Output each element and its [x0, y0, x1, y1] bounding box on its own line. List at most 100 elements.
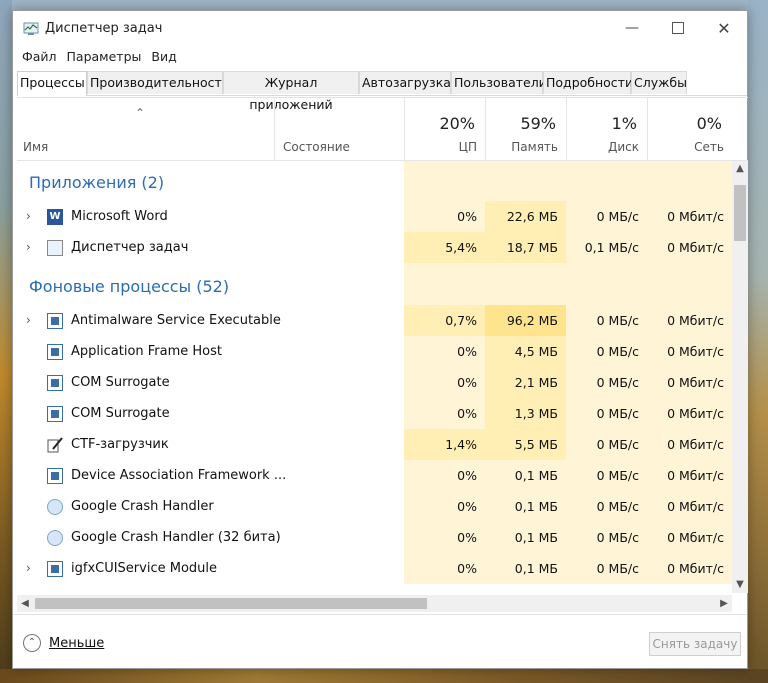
- cpu-cell: 0%: [404, 201, 485, 232]
- scroll-left-icon[interactable]: ◀: [17, 595, 33, 612]
- maximize-button[interactable]: [655, 11, 701, 45]
- tab-services[interactable]: Службы: [631, 71, 687, 94]
- fewer-details-label: Меньше: [49, 635, 105, 651]
- column-status[interactable]: Состояние: [274, 98, 404, 160]
- menu-file[interactable]: Файл: [19, 49, 60, 64]
- table-row[interactable]: › Диспетчер задач 5,4% 18,7 МБ 0,1 МБ/с …: [17, 232, 732, 263]
- horizontal-scrollbar[interactable]: ◀ ▶: [17, 595, 732, 612]
- ctf-loader-icon: [47, 437, 63, 453]
- network-cell: 0 Мбит/с: [647, 460, 732, 491]
- task-manager-window: Диспетчер задач — ✕ Файл Параметры Вид П…: [12, 10, 748, 669]
- disk-cell: 0 МБ/с: [566, 553, 647, 584]
- network-cell: 0 Мбит/с: [647, 522, 732, 553]
- expand-chevron-icon[interactable]: ›: [26, 553, 31, 584]
- table-row[interactable]: COM Surrogate 0% 2,1 МБ 0 МБ/с 0 Мбит/с: [17, 367, 732, 398]
- column-disk[interactable]: 1% Диск: [566, 98, 647, 160]
- service-icon: [47, 313, 63, 329]
- collapse-chevron-icon: ⌃: [23, 634, 41, 652]
- process-name: COM Surrogate: [71, 375, 170, 390]
- cpu-cell: 0,7%: [404, 305, 485, 336]
- disk-cell: 0 МБ/с: [566, 201, 647, 232]
- desktop-background-right: [748, 0, 768, 683]
- fewer-details-button[interactable]: ⌃ Меньше: [23, 632, 104, 654]
- memory-cell: 2,1 МБ: [485, 367, 566, 398]
- cpu-cell: 5,4%: [404, 232, 485, 263]
- disk-cell: 0 МБ/с: [566, 522, 647, 553]
- heat-cell: [485, 161, 566, 201]
- column-disk-label: Диск: [607, 140, 639, 154]
- name-cell: COM Surrogate: [17, 367, 404, 398]
- name-cell: Google Crash Handler (32 бита): [17, 522, 404, 553]
- process-name: igfxCUIService Module: [71, 561, 218, 576]
- process-name: Antimalware Service Executable: [71, 313, 281, 328]
- name-cell: COM Surrogate: [17, 398, 404, 429]
- disk-cell: 0 МБ/с: [566, 305, 647, 336]
- tab-performance[interactable]: Производительность: [87, 71, 229, 94]
- memory-cell: 96,2 МБ: [485, 305, 566, 336]
- title-bar[interactable]: Диспетчер задач — ✕: [13, 11, 747, 47]
- app-window-icon: [47, 406, 63, 422]
- desktop-background-bottom: [0, 669, 768, 683]
- name-cell: CTF-загрузчик: [17, 429, 404, 460]
- tab-startup[interactable]: Автозагрузка: [359, 71, 451, 94]
- network-cell: 0 Мбит/с: [647, 491, 732, 522]
- network-cell: 0 Мбит/с: [647, 553, 732, 584]
- column-network[interactable]: 0% Сеть: [647, 98, 732, 160]
- network-cell: 0 Мбит/с: [647, 232, 732, 263]
- tab-users[interactable]: Пользователи: [451, 71, 547, 94]
- disk-cell: 0 МБ/с: [566, 491, 647, 522]
- end-task-button[interactable]: Снять задачу: [649, 632, 741, 656]
- table-row[interactable]: › igfxCUIService Module 0% 0,1 МБ 0 МБ/с…: [17, 553, 732, 584]
- tab-details[interactable]: Подробности: [543, 71, 633, 94]
- name-cell: › W Microsoft Word: [17, 201, 404, 232]
- group-title-background: Фоновые процессы (52): [29, 277, 230, 296]
- disk-cell: 0 МБ/с: [566, 336, 647, 367]
- scroll-down-icon[interactable]: ▼: [732, 577, 748, 593]
- horizontal-scroll-thumb[interactable]: [35, 598, 427, 609]
- table-row[interactable]: Google Crash Handler 0% 0,1 МБ 0 МБ/с 0 …: [17, 491, 732, 522]
- cpu-cell: 1,4%: [404, 429, 485, 460]
- minimize-button[interactable]: —: [609, 11, 655, 45]
- table-row[interactable]: Application Frame Host 0% 4,5 МБ 0 МБ/с …: [17, 336, 732, 367]
- expand-chevron-icon[interactable]: ›: [26, 201, 31, 232]
- sort-up-icon: ⌃: [135, 106, 146, 120]
- disk-total: 1%: [611, 114, 637, 133]
- scroll-right-icon[interactable]: ▶: [716, 595, 732, 612]
- table-row[interactable]: Device Association Framework ... 0% 0,1 …: [17, 460, 732, 491]
- expand-chevron-icon[interactable]: ›: [26, 232, 31, 263]
- table-row[interactable]: CTF-загрузчик 1,4% 5,5 МБ 0 МБ/с 0 Мбит/…: [17, 429, 732, 460]
- tab-app-history[interactable]: Журнал приложений: [223, 71, 359, 112]
- table-header: ⌃ Имя Состояние 20% ЦП 59% Память 1% Дис…: [17, 98, 748, 161]
- memory-cell: 0,1 МБ: [485, 491, 566, 522]
- disk-cell: 0 МБ/с: [566, 460, 647, 491]
- column-cpu[interactable]: 20% ЦП: [404, 98, 485, 160]
- disk-cell: 0 МБ/с: [566, 398, 647, 429]
- footer: ⌃ Меньше Снять задачу: [13, 614, 747, 669]
- network-cell: 0 Мбит/с: [647, 398, 732, 429]
- heat-cell: [647, 263, 732, 305]
- table-row[interactable]: › W Microsoft Word 0% 22,6 МБ 0 МБ/с 0 М…: [17, 201, 732, 232]
- table-row[interactable]: COM Surrogate 0% 1,3 МБ 0 МБ/с 0 Мбит/с: [17, 398, 732, 429]
- group-header-apps: Приложения (2): [17, 161, 732, 201]
- expand-chevron-icon[interactable]: ›: [26, 305, 31, 336]
- network-cell: 0 Мбит/с: [647, 305, 732, 336]
- column-status-label: Состояние: [283, 140, 350, 154]
- vertical-scrollbar[interactable]: ▲ ▼: [732, 161, 748, 593]
- task-manager-icon: [47, 240, 63, 256]
- process-list: Приложения (2) › W Microsoft Word 0% 22,…: [17, 161, 732, 593]
- scroll-up-icon[interactable]: ▲: [732, 161, 748, 177]
- menu-view[interactable]: Вид: [148, 49, 179, 64]
- column-name[interactable]: ⌃ Имя: [17, 98, 274, 160]
- table-row[interactable]: › Antimalware Service Executable 0,7% 96…: [17, 305, 732, 336]
- app-window-icon: [47, 468, 63, 484]
- maximize-icon: [672, 22, 684, 34]
- menu-options[interactable]: Параметры: [64, 49, 145, 64]
- column-memory[interactable]: 59% Память: [485, 98, 566, 160]
- heat-cell: [404, 263, 485, 305]
- close-button[interactable]: ✕: [701, 11, 747, 45]
- vertical-scroll-thumb[interactable]: [734, 185, 746, 241]
- network-cell: 0 Мбит/с: [647, 201, 732, 232]
- table-row[interactable]: Google Crash Handler (32 бита) 0% 0,1 МБ…: [17, 522, 732, 553]
- tab-processes[interactable]: Процессы: [17, 71, 87, 96]
- process-name: Application Frame Host: [71, 344, 223, 359]
